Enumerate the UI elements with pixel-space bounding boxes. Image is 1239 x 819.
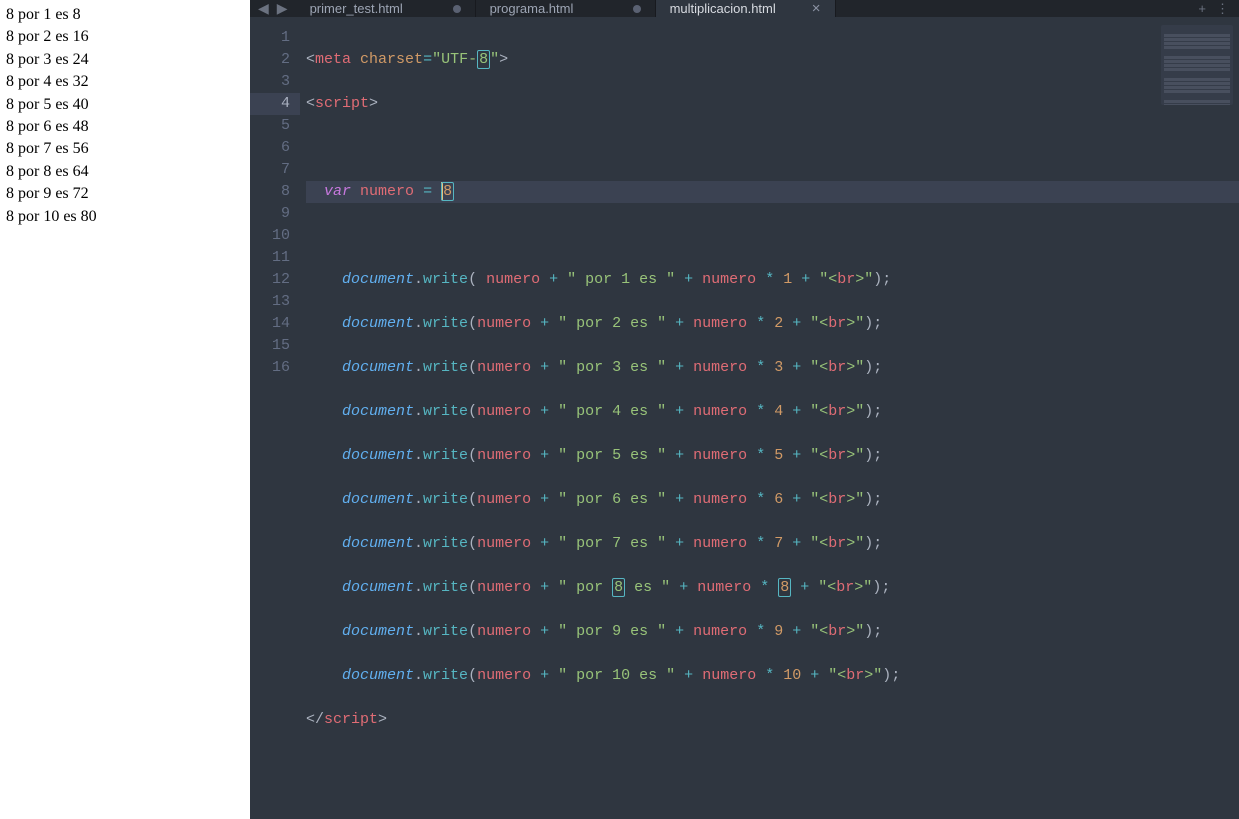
- more-icon[interactable]: ⋮: [1216, 1, 1229, 17]
- code-line[interactable]: document.write(numero + " por 2 es " + n…: [306, 313, 1239, 335]
- new-tab-icon[interactable]: +: [1198, 1, 1206, 16]
- code-line[interactable]: document.write(numero + " por 7 es " + n…: [306, 533, 1239, 555]
- output-line: 8 por 7 es 56: [6, 138, 244, 160]
- output-line: 8 por 4 es 32: [6, 71, 244, 93]
- line-number: 15: [250, 335, 290, 357]
- line-number: 11: [250, 247, 290, 269]
- code-line[interactable]: document.write(numero + " por 3 es " + n…: [306, 357, 1239, 379]
- code-line[interactable]: document.write(numero + " por 6 es " + n…: [306, 489, 1239, 511]
- code-line[interactable]: var numero = 8: [306, 181, 1239, 203]
- code-line[interactable]: <meta charset="UTF-8">: [306, 49, 1239, 71]
- code-line[interactable]: document.write( numero + " por 1 es " + …: [306, 269, 1239, 291]
- line-number: 13: [250, 291, 290, 313]
- output-line: 8 por 8 es 64: [6, 161, 244, 183]
- dirty-indicator-icon: [633, 5, 641, 13]
- output-line: 8 por 6 es 48: [6, 116, 244, 138]
- line-number: 16: [250, 357, 290, 379]
- line-number: 7: [250, 159, 290, 181]
- code-line[interactable]: document.write(numero + " por 5 es " + n…: [306, 445, 1239, 467]
- code-line[interactable]: document.write(numero + " por 8 es " + n…: [306, 577, 1239, 599]
- code-line[interactable]: document.write(numero + " por 9 es " + n…: [306, 621, 1239, 643]
- line-number: 4: [250, 93, 300, 115]
- line-number: 14: [250, 313, 290, 335]
- tab-programa[interactable]: programa.html: [476, 0, 656, 17]
- line-number: 6: [250, 137, 290, 159]
- close-tab-icon[interactable]: ×: [812, 0, 821, 17]
- line-number: 2: [250, 49, 290, 71]
- output-line: 8 por 3 es 24: [6, 49, 244, 71]
- output-line: 8 por 1 es 8: [6, 4, 244, 26]
- code-editor: ◀ ▶ primer_test.html programa.html multi…: [250, 0, 1239, 615]
- tab-primer-test[interactable]: primer_test.html: [296, 0, 476, 17]
- nav-back-icon[interactable]: ◀: [258, 0, 269, 17]
- code-line[interactable]: [306, 137, 1239, 159]
- code-content[interactable]: <meta charset="UTF-8"> <script> var nume…: [300, 17, 1239, 819]
- line-number: 3: [250, 71, 290, 93]
- line-number: 12: [250, 269, 290, 291]
- output-line: 8 por 5 es 40: [6, 94, 244, 116]
- line-number: 10: [250, 225, 290, 247]
- output-line: 8 por 10 es 80: [6, 206, 244, 228]
- output-line: 8 por 9 es 72: [6, 183, 244, 205]
- tab-label: primer_test.html: [310, 1, 403, 16]
- line-gutter: 1 2 3 4 5 6 7 8 9 10 11 12 13 14 15 16: [250, 17, 300, 819]
- browser-output-panel: 8 por 1 es 8 8 por 2 es 16 8 por 3 es 24…: [0, 0, 250, 615]
- line-number: 8: [250, 181, 290, 203]
- tab-multiplicacion[interactable]: multiplicacion.html ×: [656, 0, 836, 17]
- output-line: 8 por 2 es 16: [6, 26, 244, 48]
- code-line[interactable]: [306, 225, 1239, 247]
- line-number: 5: [250, 115, 290, 137]
- tab-label: multiplicacion.html: [670, 1, 776, 16]
- dirty-indicator-icon: [453, 5, 461, 13]
- code-line[interactable]: <script>: [306, 93, 1239, 115]
- tab-label: programa.html: [490, 1, 574, 16]
- line-number: 1: [250, 27, 290, 49]
- line-number: 9: [250, 203, 290, 225]
- tab-bar: ◀ ▶ primer_test.html programa.html multi…: [250, 0, 1239, 17]
- code-line[interactable]: </script>: [306, 709, 1239, 731]
- code-area[interactable]: 1 2 3 4 5 6 7 8 9 10 11 12 13 14 15 16 <…: [250, 17, 1239, 819]
- nav-forward-icon[interactable]: ▶: [277, 0, 288, 17]
- code-line[interactable]: document.write(numero + " por 4 es " + n…: [306, 401, 1239, 423]
- code-line[interactable]: document.write(numero + " por 10 es " + …: [306, 665, 1239, 687]
